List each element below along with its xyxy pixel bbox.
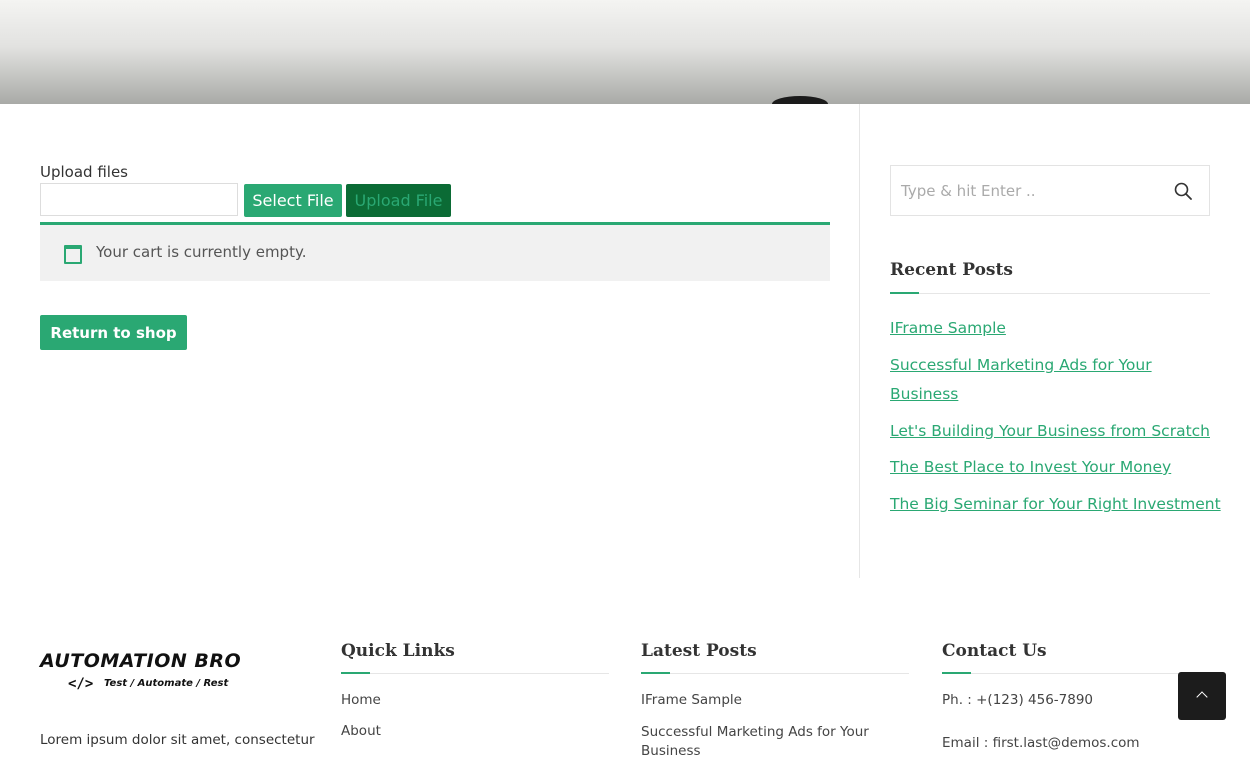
recent-posts-rule [890, 293, 1210, 294]
latest-posts-title: Latest Posts [641, 641, 757, 661]
latest-posts-accent [641, 672, 670, 674]
search-input[interactable]: Type & hit Enter .. [890, 165, 1210, 216]
quick-links-rule [341, 673, 609, 674]
footer-link-about[interactable]: About [341, 723, 381, 739]
footer-post-link[interactable]: IFrame Sample [641, 692, 742, 708]
select-file-button[interactable]: Select File [244, 184, 342, 217]
upload-file-button[interactable]: Upload File [346, 184, 451, 217]
footer-link-home[interactable]: Home [341, 692, 381, 708]
logo-text[interactable]: AUTOMATION BRO [40, 650, 241, 672]
search-placeholder: Type & hit Enter .. [901, 182, 1036, 200]
sidebar-divider [859, 104, 860, 578]
cart-empty-notice: Your cart is currently empty. [40, 222, 830, 281]
upload-files-label: Upload files [40, 163, 128, 181]
contact-us-title: Contact Us [942, 641, 1047, 661]
hero-banner [0, 0, 1250, 104]
quick-links-accent [341, 672, 370, 674]
logo-tagline: Test / Automate / Rest [104, 678, 229, 689]
recent-posts-title: Recent Posts [890, 260, 1013, 280]
latest-posts-rule [641, 673, 909, 674]
window-icon [64, 245, 82, 264]
quick-links-title: Quick Links [341, 641, 455, 661]
contact-us-rule [942, 673, 1210, 674]
recent-post-link[interactable]: Let's Building Your Business from Scratc… [890, 417, 1210, 446]
recent-post-link[interactable]: The Best Place to Invest Your Money [890, 453, 1210, 482]
search-icon[interactable] [1174, 182, 1192, 200]
footer-post-link[interactable]: Successful Marketing Ads for Your Busine… [641, 723, 881, 761]
code-icon: </> [68, 676, 94, 692]
contact-email[interactable]: Email : first.last@demos.com [942, 735, 1140, 751]
file-path-input[interactable] [40, 183, 238, 216]
footer-about-text: Lorem ipsum dolor sit amet, consectetur [40, 732, 315, 748]
contact-us-accent [942, 672, 971, 674]
recent-post-link[interactable]: Successful Marketing Ads for Your Busine… [890, 351, 1160, 409]
contact-phone: Ph. : +(123) 456-7890 [942, 692, 1094, 708]
recent-post-link[interactable]: IFrame Sample [890, 314, 1210, 343]
recent-post-link[interactable]: The Big Seminar for Your Right Investmen… [890, 490, 1230, 519]
scroll-to-top-button[interactable] [1178, 672, 1226, 720]
recent-posts-accent [890, 292, 919, 294]
hero-image-detail [772, 96, 828, 104]
cart-empty-message: Your cart is currently empty. [96, 243, 307, 261]
return-to-shop-button[interactable]: Return to shop [40, 315, 187, 350]
